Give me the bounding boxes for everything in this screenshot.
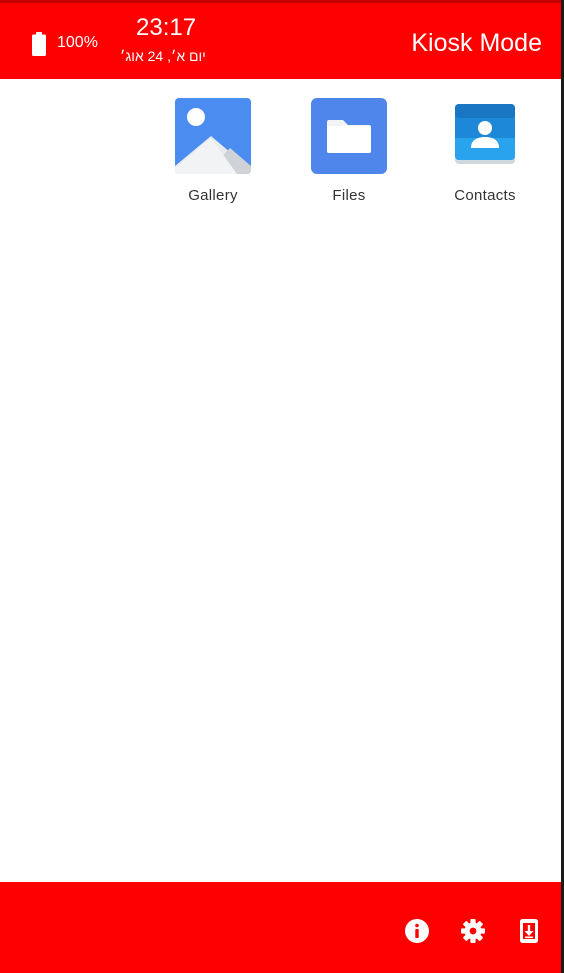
info-icon[interactable] — [404, 918, 430, 944]
date-text: יום א׳, 24 אוג׳ — [120, 48, 206, 64]
bottom-toolbar — [0, 882, 561, 973]
gallery-icon — [175, 98, 251, 174]
contacts-icon — [455, 104, 515, 164]
battery-percentage: 100% — [57, 34, 98, 51]
app-contacts[interactable]: Contacts — [430, 98, 540, 203]
top-status-bar: 100% 23:17 יום א׳, 24 אוג׳ Kiosk Mode — [0, 0, 561, 79]
kiosk-mode-title: Kiosk Mode — [411, 29, 542, 57]
kiosk-home-screen: 100% 23:17 יום א׳, 24 אוג׳ Kiosk Mode Ga… — [0, 0, 564, 973]
exit-kiosk-icon[interactable] — [516, 918, 542, 944]
app-label-gallery: Gallery — [188, 187, 238, 203]
gear-icon[interactable] — [460, 918, 486, 944]
app-label-files: Files — [332, 187, 366, 203]
app-label-contacts: Contacts — [454, 187, 516, 203]
folder-icon — [311, 98, 387, 174]
app-files[interactable]: Files — [294, 98, 404, 203]
battery-icon — [32, 32, 46, 56]
app-gallery[interactable]: Gallery — [158, 98, 268, 203]
clock-time: 23:17 — [136, 14, 197, 41]
app-grid: Gallery Files Contacts — [0, 79, 561, 203]
